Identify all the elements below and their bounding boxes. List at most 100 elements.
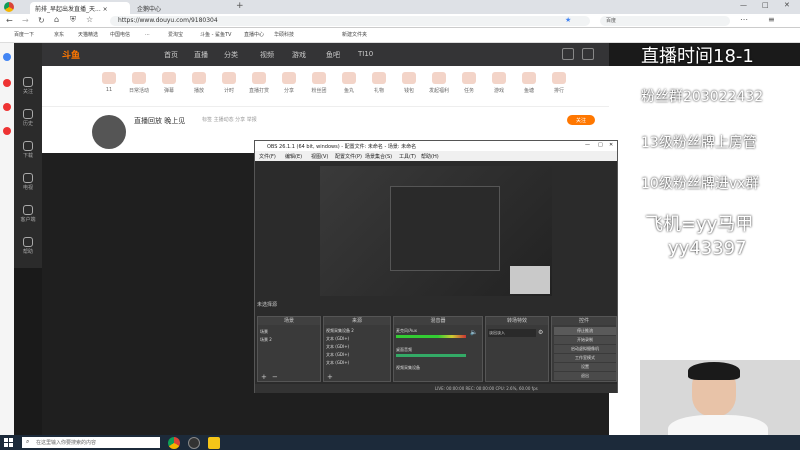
rail-icon[interactable] [3, 103, 11, 111]
feature-item[interactable]: 计时 [214, 72, 244, 94]
exit-button[interactable]: 退出 [554, 372, 616, 380]
settings-button[interactable]: 设置 [554, 363, 616, 371]
bookmark-item[interactable]: 新建文件夹 [342, 31, 367, 38]
obs-preview[interactable] [320, 166, 552, 296]
streamer-avatar[interactable] [92, 115, 126, 149]
feature-item[interactable]: 鱼丸 [334, 72, 364, 94]
taskbar-obs-icon[interactable] [188, 437, 200, 449]
feature-item[interactable]: 日常活动 [124, 72, 154, 94]
nav-item[interactable]: 直播 [194, 50, 208, 60]
search-engine-box[interactable]: 百度 [600, 16, 730, 26]
nav-item[interactable]: 视频 [260, 50, 274, 60]
source-item[interactable]: 视频采集设备 2 [326, 328, 354, 334]
virtual-camera-button[interactable]: 启动虚拟摄像机 [554, 345, 616, 353]
new-tab-icon[interactable]: + [236, 1, 244, 11]
sidebar-item-follow[interactable]: 关注 [14, 73, 42, 101]
obs-menu-item[interactable]: 帮助(H) [421, 153, 439, 160]
obs-menu-item[interactable]: 场景集合(S) [365, 153, 392, 160]
taskbar-app-icon[interactable] [208, 437, 220, 449]
source-item[interactable]: 文本 (GDI+) [326, 344, 349, 350]
nav-item[interactable]: 鱼吧 [326, 50, 340, 60]
forward-icon[interactable]: → [22, 16, 29, 25]
sidebar-item-tv[interactable]: 电视 [14, 169, 42, 197]
feature-item[interactable]: 鱼塘 [514, 72, 544, 94]
bookmark-item[interactable]: 爱淘宝 [168, 31, 183, 38]
bookmark-star-icon[interactable]: ★ [565, 16, 571, 24]
obs-minimize-icon[interactable]: — [585, 142, 590, 148]
window-close-icon[interactable]: ✕ [784, 1, 790, 9]
feature-item[interactable]: 粉丝团 [304, 72, 334, 94]
history-icon[interactable] [582, 48, 594, 60]
windows-start-icon[interactable] [4, 438, 13, 447]
feature-item[interactable]: 直播打赏 [244, 72, 274, 94]
taskbar-chrome-icon[interactable] [168, 437, 180, 449]
home-icon[interactable]: ⌂ [54, 15, 59, 24]
feature-item[interactable]: 播放 [184, 72, 214, 94]
obs-menu-item[interactable]: 工具(T) [399, 153, 416, 160]
sidebar-item-help[interactable]: 帮助 [14, 233, 42, 261]
download-icon[interactable] [562, 48, 574, 60]
feature-item[interactable]: 任务 [454, 72, 484, 94]
obs-menu-item[interactable]: 配置文件(P) [335, 153, 362, 160]
sidebar-item-history[interactable]: 历史 [14, 105, 42, 133]
obs-maximize-icon[interactable]: □ [598, 142, 603, 148]
bookmark-item[interactable]: 直播中心 [244, 31, 264, 38]
start-recording-button[interactable]: 开始录制 [554, 336, 616, 344]
shield-icon[interactable]: ⛨ [70, 15, 76, 25]
window-maximize-icon[interactable]: □ [762, 1, 769, 9]
scene-item[interactable]: 场景 [260, 329, 268, 335]
url-input[interactable]: https://www.douyu.com/9180304 [110, 16, 590, 26]
nav-item[interactable]: TI10 [358, 50, 373, 58]
source-item[interactable]: 文本 (GDI+) [326, 336, 349, 342]
reload-icon[interactable]: ↻ [38, 16, 45, 25]
bookmark-item[interactable]: 斗鱼 - 鲨鱼TV [200, 31, 231, 38]
star-icon[interactable]: ☆ [86, 15, 93, 24]
sidebar-item-client[interactable]: 客户端 [14, 201, 42, 229]
feature-item[interactable]: 11 [94, 72, 124, 93]
obs-menu-item[interactable]: 文件(F) [259, 153, 276, 160]
feature-item[interactable]: 钱包 [394, 72, 424, 94]
feature-item[interactable]: 发起福利 [424, 72, 454, 94]
source-item[interactable]: 文本 (GDI+) [326, 352, 349, 358]
bookmark-item[interactable]: 百度一下 [14, 31, 34, 38]
stop-streaming-button[interactable]: 停止推流 [554, 327, 616, 335]
follow-button[interactable]: 关注 [567, 115, 595, 125]
feature-item[interactable]: 弹幕 [154, 72, 184, 94]
sidebar-item-download[interactable]: 下载 [14, 137, 42, 165]
feature-item[interactable]: 分享 [274, 72, 304, 94]
bookmark-item[interactable]: 中国电信 [110, 31, 130, 38]
window-minimize-icon[interactable]: — [740, 1, 747, 9]
extensions-icon[interactable]: ⋯ [740, 15, 748, 24]
rail-icon[interactable] [3, 79, 11, 87]
rail-icon[interactable] [3, 53, 11, 61]
bookmark-item[interactable]: 天猫精选 [78, 31, 98, 38]
source-item[interactable]: 文本 (GDI+) [326, 360, 349, 366]
obs-close-icon[interactable]: ✕ [609, 142, 613, 148]
rail-icon[interactable] [3, 127, 11, 135]
bookmark-item[interactable]: 京东 [54, 31, 64, 38]
tab-douyu[interactable]: 前排_早起出发直播_天... × [30, 2, 130, 14]
menu-icon[interactable]: ≡ [768, 15, 775, 24]
nav-item[interactable]: 首页 [164, 50, 178, 60]
transition-select[interactable]: 淡出淡入 [488, 329, 536, 337]
douyu-logo[interactable]: 斗鱼 [62, 48, 117, 61]
remove-scene-icon[interactable]: − [272, 373, 278, 381]
bookmark-item[interactable]: 华硕科技 [274, 31, 294, 38]
gear-icon[interactable]: ⚙ [538, 329, 543, 336]
feature-item[interactable]: 排行 [544, 72, 574, 94]
obs-menu-item[interactable]: 视图(V) [311, 153, 328, 160]
add-source-icon[interactable]: + [327, 373, 333, 381]
taskbar-search-input[interactable]: ⌕ 在这里输入你要搜索的内容 [22, 437, 160, 448]
tab-penguin[interactable]: 企鹅中心 [132, 2, 232, 14]
nav-item[interactable]: 游戏 [292, 50, 306, 60]
back-icon[interactable]: ← [6, 16, 13, 25]
studio-mode-button[interactable]: 工作室模式 [554, 354, 616, 362]
feature-item[interactable]: 礼物 [364, 72, 394, 94]
feature-item[interactable]: 游戏 [484, 72, 514, 94]
speaker-icon[interactable]: 🔈 [470, 329, 477, 336]
chrome-icon[interactable] [4, 2, 14, 12]
bookmark-item[interactable]: ... [145, 31, 150, 37]
add-scene-icon[interactable]: + [261, 373, 267, 381]
scene-item[interactable]: 场景 2 [260, 337, 272, 343]
obs-menu-item[interactable]: 编辑(E) [285, 153, 302, 160]
